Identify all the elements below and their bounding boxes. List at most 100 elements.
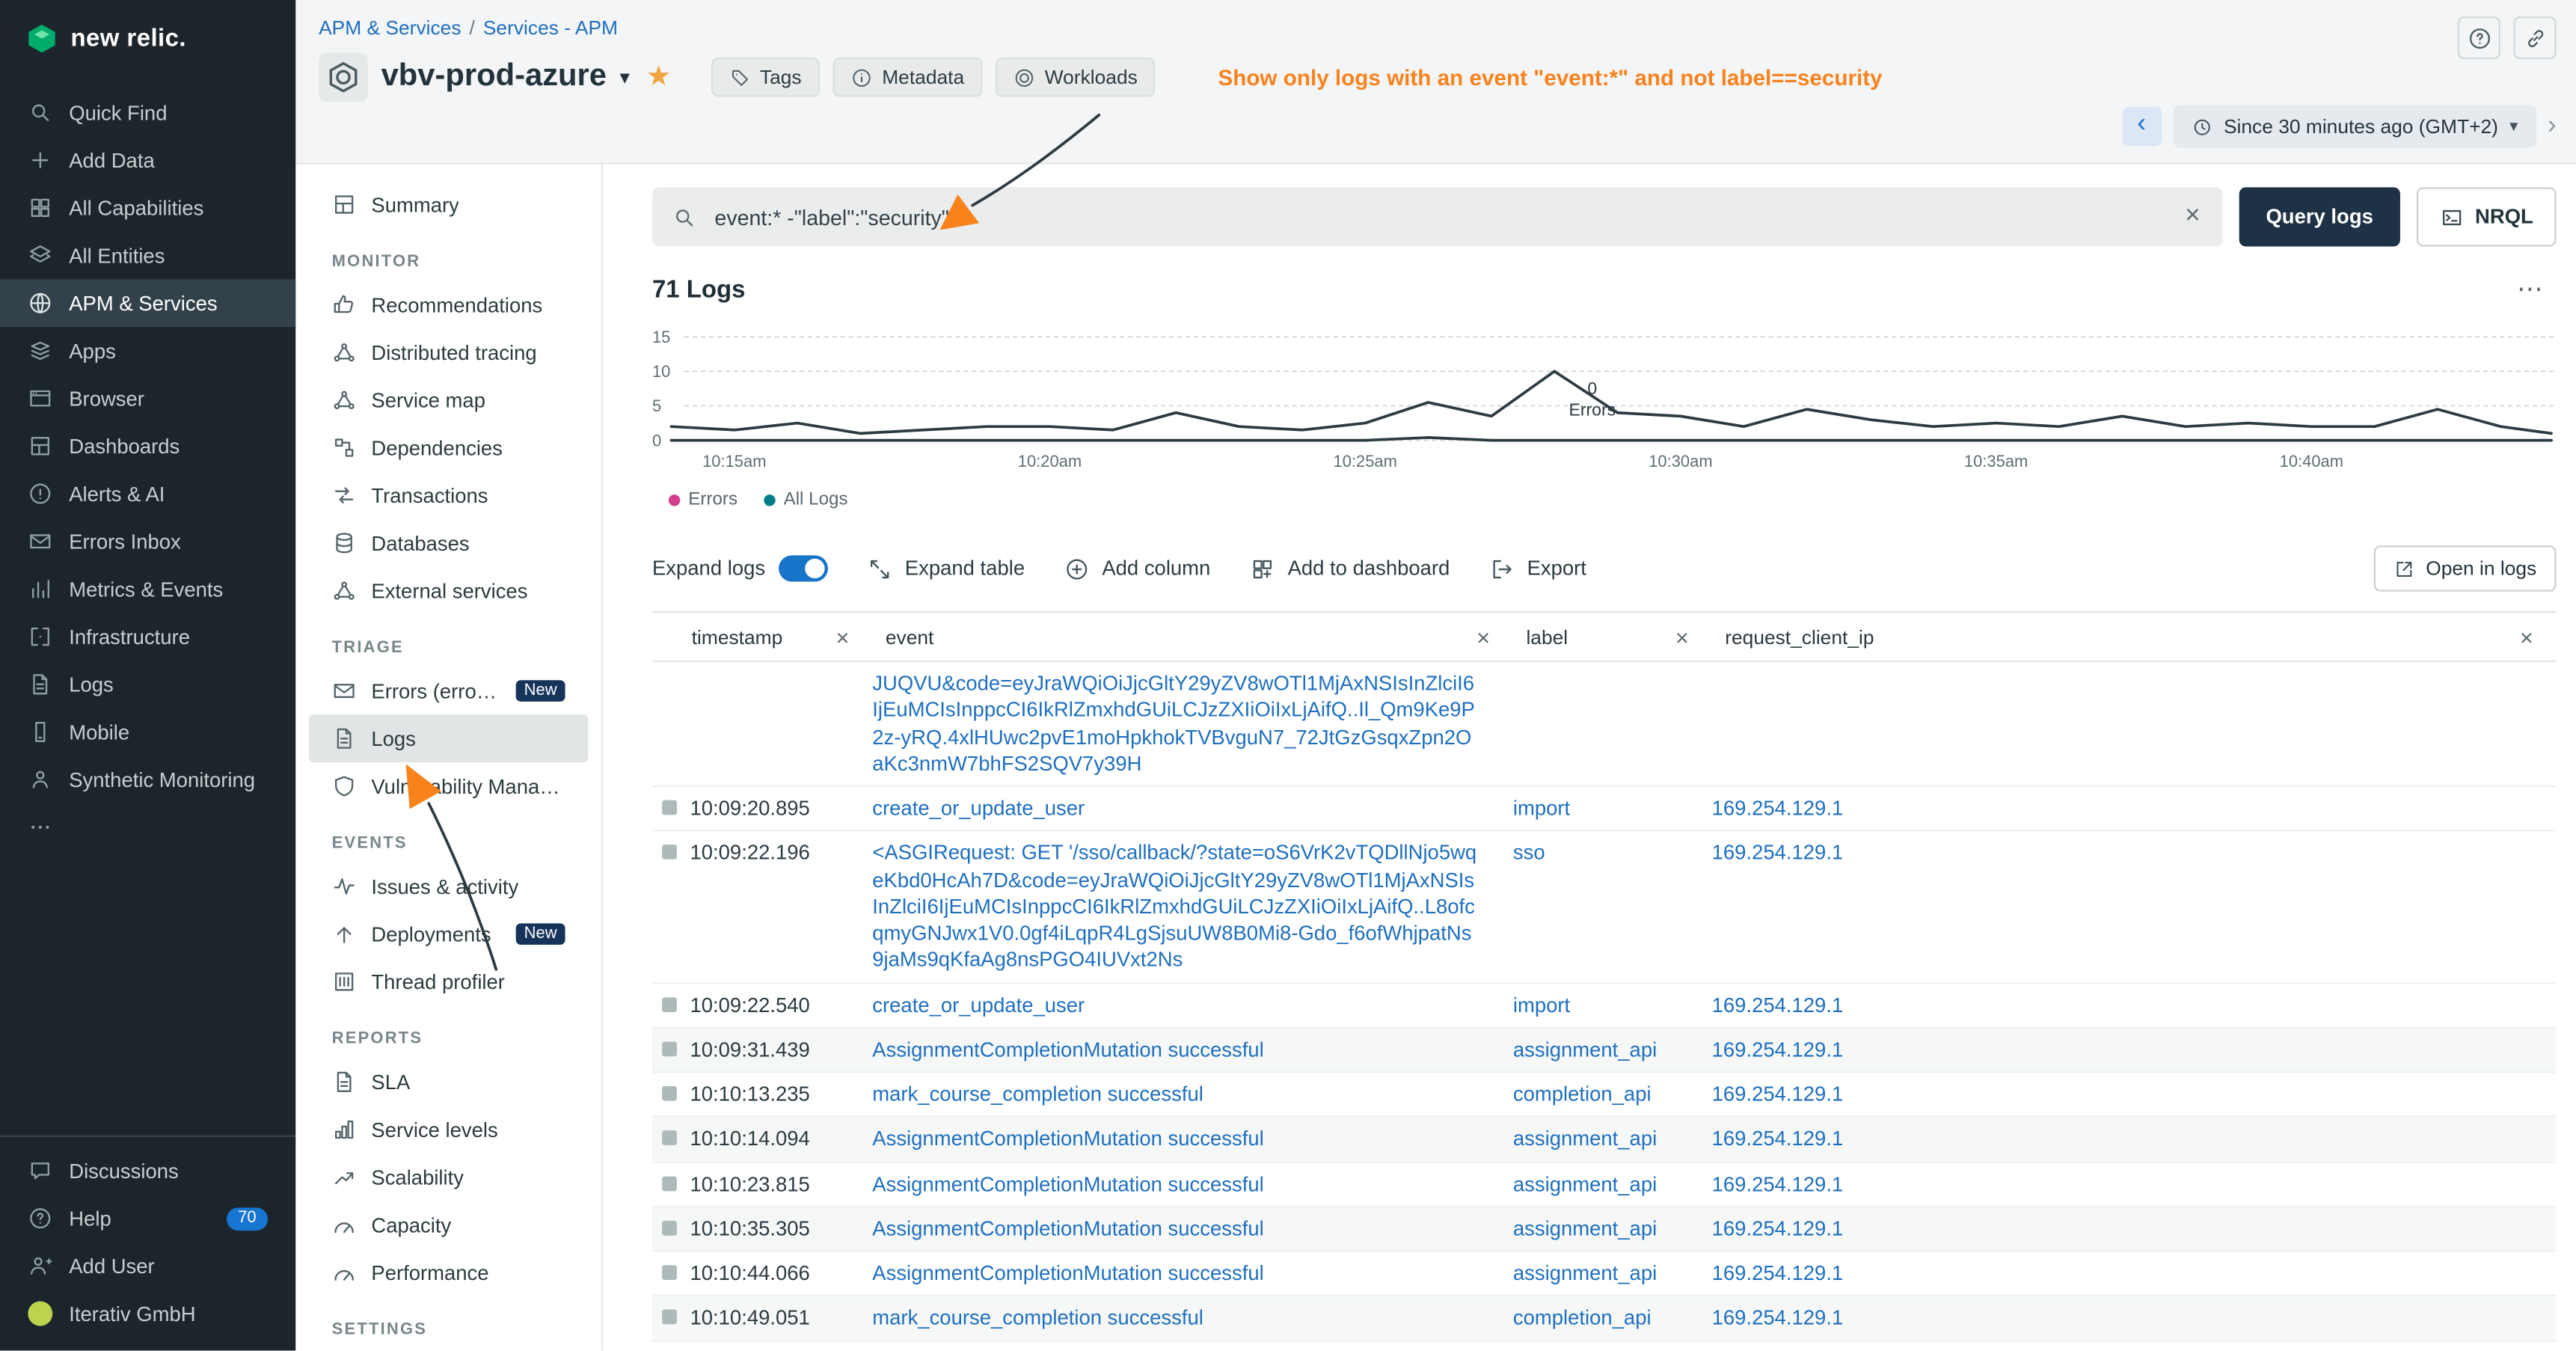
log-event-link[interactable]: AssignmentCompletionMutation successful bbox=[872, 1217, 1263, 1240]
subnav-item-issues-activity[interactable]: Issues & activity bbox=[309, 863, 588, 910]
chart-options-button[interactable]: ⋯ bbox=[2517, 273, 2557, 306]
log-event-link[interactable]: AssignmentCompletionMutation successful bbox=[872, 1172, 1263, 1195]
subnav-item-deployments[interactable]: DeploymentsNew bbox=[309, 910, 588, 958]
sidebar-item-quick-find[interactable]: Quick Find bbox=[0, 89, 295, 137]
log-ip-link[interactable]: 169.254.129.1 bbox=[1712, 1172, 1844, 1195]
tool-export[interactable]: Export bbox=[1489, 556, 1586, 580]
pill-metadata[interactable]: Metadata bbox=[832, 58, 982, 97]
row-expand-icon[interactable] bbox=[662, 1086, 677, 1101]
breadcrumb-link-apm-services[interactable]: APM & Services bbox=[319, 16, 461, 40]
log-ip-link[interactable]: 169.254.129.1 bbox=[1712, 797, 1844, 820]
log-label-link[interactable]: import bbox=[1513, 993, 1570, 1017]
open-in-logs-button[interactable]: Open in logs bbox=[2373, 545, 2557, 591]
log-event-link[interactable]: <ASGIRequest: GET '/sso/callback/?state=… bbox=[872, 842, 1476, 972]
row-expand-icon[interactable] bbox=[662, 996, 677, 1011]
tool-expand-table[interactable]: Expand table bbox=[867, 556, 1025, 580]
subnav-item-transactions[interactable]: Transactions bbox=[309, 471, 588, 519]
sidebar-footer-item-help[interactable]: Help70 bbox=[0, 1195, 295, 1243]
log-event-link[interactable]: mark_course_completion successful bbox=[872, 1082, 1203, 1106]
subnav-item-sla[interactable]: SLA bbox=[309, 1058, 588, 1106]
tool-add-column[interactable]: Add column bbox=[1064, 556, 1211, 580]
new-relic-logo[interactable]: new relic. bbox=[0, 0, 295, 76]
sidebar-item-errors-inbox[interactable]: Errors Inbox bbox=[0, 518, 295, 566]
sidebar-item-browser[interactable]: Browser bbox=[0, 375, 295, 423]
row-expand-icon[interactable] bbox=[662, 1265, 677, 1280]
time-forward-chevron[interactable]: › bbox=[2548, 111, 2557, 141]
log-label-link[interactable]: completion_api bbox=[1513, 1082, 1652, 1106]
sidebar-item-all-capabilities[interactable]: All Capabilities bbox=[0, 184, 295, 232]
time-back-button[interactable]: ‹ bbox=[2122, 107, 2162, 147]
pill-tags[interactable]: Tags bbox=[711, 58, 820, 97]
subnav-item-external-services[interactable]: External services bbox=[309, 567, 588, 615]
log-label-link[interactable]: assignment_api bbox=[1513, 1262, 1657, 1285]
subnav-item-service-map[interactable]: Service map bbox=[309, 376, 588, 424]
log-ip-link[interactable]: 169.254.129.1 bbox=[1712, 1127, 1844, 1151]
subnav-item-summary[interactable]: Summary bbox=[309, 181, 588, 229]
subnav-item-errors-errors-inb[interactable]: Errors (errors inb...New bbox=[309, 667, 588, 715]
row-expand-icon[interactable] bbox=[662, 1041, 677, 1056]
log-event-link[interactable]: AssignmentCompletionMutation successful bbox=[872, 1127, 1263, 1151]
subnav-item-distributed-tracing[interactable]: Distributed tracing bbox=[309, 328, 588, 376]
subnav-item-performance[interactable]: Performance bbox=[309, 1249, 588, 1296]
log-label-link[interactable]: assignment_api bbox=[1513, 1217, 1657, 1240]
sidebar-item-apm-services[interactable]: APM & Services bbox=[0, 279, 295, 327]
log-ip-link[interactable]: 169.254.129.1 bbox=[1712, 842, 1844, 865]
favorite-star-icon[interactable]: ★ bbox=[646, 61, 671, 94]
row-expand-icon[interactable] bbox=[662, 1131, 677, 1146]
remove-column-event[interactable]: × bbox=[1476, 624, 1490, 650]
remove-column-request-client-ip[interactable]: × bbox=[2520, 624, 2533, 650]
sidebar-item-logs[interactable]: Logs bbox=[0, 661, 295, 708]
sidebar-item-infrastructure[interactable]: Infrastructure bbox=[0, 613, 295, 661]
tool-add-to-dashboard[interactable]: Add to dashboard bbox=[1250, 556, 1450, 580]
sidebar-footer-item-add-user[interactable]: Add User bbox=[0, 1242, 295, 1290]
sidebar-item-all-entities[interactable]: All Entities bbox=[0, 232, 295, 280]
nrql-button[interactable]: NRQL bbox=[2416, 187, 2557, 246]
row-expand-icon[interactable] bbox=[662, 845, 677, 860]
log-event-link[interactable]: create_or_update_user bbox=[872, 993, 1085, 1017]
sidebar-item-mobile[interactable]: Mobile bbox=[0, 708, 295, 756]
log-ip-link[interactable]: 169.254.129.1 bbox=[1712, 993, 1844, 1017]
clear-query-icon[interactable]: × bbox=[2182, 202, 2204, 232]
row-expand-icon[interactable] bbox=[662, 1310, 677, 1325]
entity-dropdown-caret[interactable]: ▾ bbox=[620, 66, 630, 89]
log-ip-link[interactable]: 169.254.129.1 bbox=[1712, 1082, 1844, 1106]
subnav-item-logs[interactable]: Logs bbox=[309, 714, 588, 762]
log-ip-link[interactable]: 169.254.129.1 bbox=[1712, 1307, 1844, 1330]
breadcrumb-link-services-apm[interactable]: Services - APM bbox=[483, 16, 618, 40]
subnav-item-capacity[interactable]: Capacity bbox=[309, 1201, 588, 1249]
log-label-link[interactable]: assignment_api bbox=[1513, 1172, 1657, 1195]
log-label-link[interactable]: sso bbox=[1513, 842, 1545, 865]
log-label-link[interactable]: import bbox=[1513, 797, 1570, 820]
log-event-link[interactable]: mark_course_completion successful bbox=[872, 1307, 1203, 1330]
log-event-link[interactable]: AssignmentCompletionMutation successful bbox=[872, 1038, 1263, 1062]
sidebar-item-synthetic-monitoring[interactable]: Synthetic Monitoring bbox=[0, 756, 295, 803]
log-ip-link[interactable]: 169.254.129.1 bbox=[1712, 1217, 1844, 1240]
log-ip-link[interactable]: 169.254.129.1 bbox=[1712, 1262, 1844, 1285]
log-ip-link[interactable]: 169.254.129.1 bbox=[1712, 1038, 1844, 1062]
row-expand-icon[interactable] bbox=[662, 1176, 677, 1191]
time-picker[interactable]: Since 30 minutes ago (GMT+2) ▾ bbox=[2173, 105, 2536, 148]
subnav-item-thread-profiler[interactable]: Thread profiler bbox=[309, 958, 588, 1006]
sidebar-item-item[interactable] bbox=[0, 803, 295, 851]
log-event-link[interactable]: JUQVU&code=eyJraWQiOiJjcGltY29yZV8wOTl1M… bbox=[872, 672, 1475, 775]
remove-column-timestamp[interactable]: × bbox=[836, 624, 850, 650]
log-event-link[interactable]: create_or_update_user bbox=[872, 797, 1085, 820]
query-logs-button[interactable]: Query logs bbox=[2239, 187, 2399, 246]
legend-item-errors[interactable]: Errors bbox=[669, 490, 737, 509]
pill-workloads[interactable]: Workloads bbox=[996, 58, 1156, 97]
remove-column-label[interactable]: × bbox=[1675, 624, 1689, 650]
log-label-link[interactable]: assignment_api bbox=[1513, 1127, 1657, 1151]
subnav-item-recommendations[interactable]: Recommendations bbox=[309, 281, 588, 329]
help-button[interactable] bbox=[2458, 16, 2500, 59]
tool-expand-logs[interactable]: Expand logs bbox=[652, 555, 828, 581]
log-label-link[interactable]: completion_api bbox=[1513, 1307, 1652, 1330]
expand-logs-toggle[interactable] bbox=[779, 555, 828, 581]
log-label-link[interactable]: assignment_api bbox=[1513, 1038, 1657, 1062]
subnav-item-dependencies[interactable]: Dependencies bbox=[309, 424, 588, 472]
log-query-input[interactable] bbox=[711, 203, 2167, 230]
sidebar-item-metrics-events[interactable]: Metrics & Events bbox=[0, 566, 295, 613]
sidebar-item-dashboards[interactable]: Dashboards bbox=[0, 422, 295, 470]
permalink-button[interactable] bbox=[2513, 16, 2556, 59]
subnav-item-vulnerability-management[interactable]: Vulnerability Management bbox=[309, 762, 588, 810]
sidebar-item-apps[interactable]: Apps bbox=[0, 327, 295, 375]
